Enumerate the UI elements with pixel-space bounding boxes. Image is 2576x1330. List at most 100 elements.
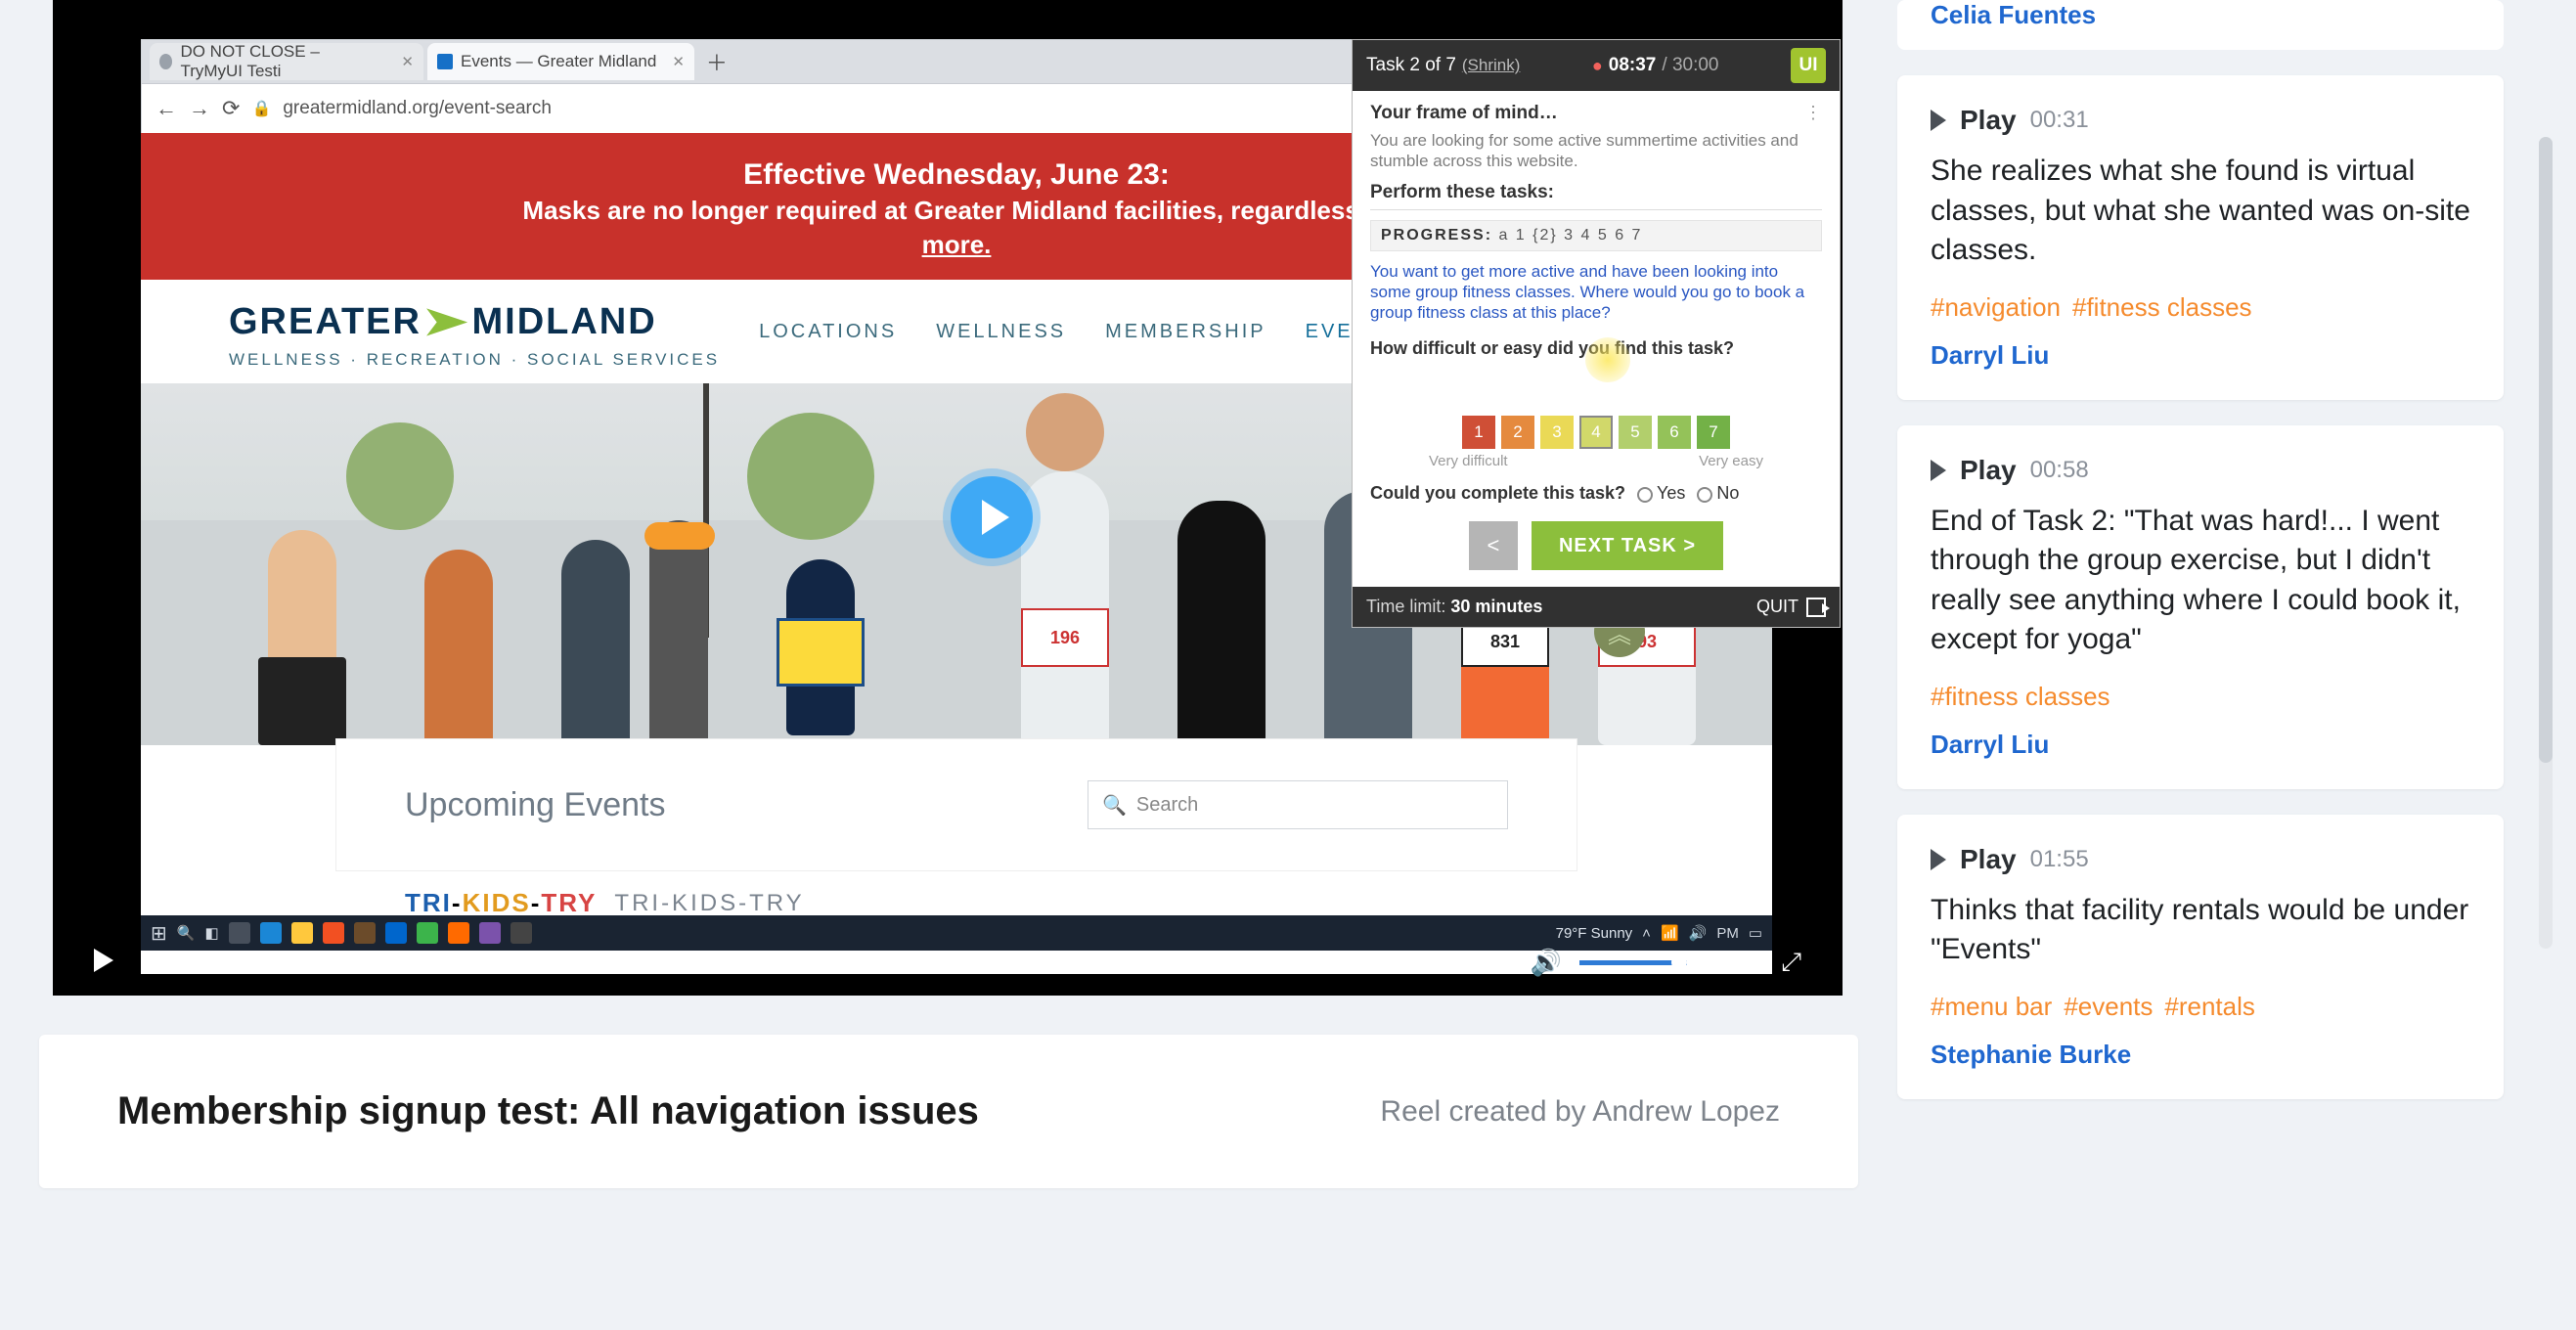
perform-tasks-title: Perform these tasks: (1370, 182, 1822, 203)
events-title: Upcoming Events (405, 786, 665, 824)
fullscreen-icon[interactable]: ⤢ (1781, 947, 1801, 978)
taskbar-app-icon[interactable] (323, 922, 344, 944)
reel-title: Membership signup test: All navigation i… (117, 1089, 979, 1133)
annotation-author[interactable]: Darryl Liu (1931, 340, 2470, 371)
video-controls: 00:00 🔊 ⚙ ⧉ ⤢ (94, 943, 1801, 982)
taskbar-app-icon[interactable] (511, 922, 532, 944)
taskbar-app-icon[interactable] (448, 922, 469, 944)
back-icon[interactable]: ← (155, 96, 177, 121)
annotation-author[interactable]: Stephanie Burke (1931, 1040, 2470, 1070)
tag-link[interactable]: #rentals (2164, 992, 2255, 1022)
event-name: TRI-KIDS-TRY (614, 890, 804, 917)
play-icon[interactable] (1931, 849, 1946, 870)
scale-5[interactable]: 5 (1619, 416, 1652, 449)
annotation-card-partial: Celia Fuentes (1897, 0, 2504, 50)
annotation-author[interactable]: Celia Fuentes (1931, 0, 2470, 30)
chevron-up-icon[interactable]: ˄ (1642, 925, 1651, 942)
taskbar-app-icon[interactable] (260, 922, 282, 944)
taskbar-app-icon[interactable] (417, 922, 438, 944)
reload-icon[interactable]: ⟳ (222, 96, 240, 121)
seek-bar[interactable] (141, 959, 1420, 965)
scale-7[interactable]: 7 (1697, 416, 1730, 449)
shrink-link[interactable]: (Shrink) (1462, 56, 1521, 75)
play-label[interactable]: Play (1960, 455, 2017, 486)
tag-link[interactable]: #fitness classes (2072, 292, 2252, 323)
start-icon[interactable]: ⊞ (151, 921, 167, 946)
scale-1[interactable]: 1 (1462, 416, 1495, 449)
clock[interactable]: PM (1716, 925, 1739, 942)
task-panel-header: Task 2 of 7 (Shrink) ● 08:37 / 30:00 UI (1353, 40, 1840, 91)
annotation-card: Play 01:55 Thinks that facility rentals … (1897, 815, 2504, 1099)
volume-slider[interactable] (1579, 960, 1687, 965)
arrow-icon: ➤ (422, 299, 471, 344)
tag-link[interactable]: #menu bar (1931, 992, 2052, 1022)
scale-6[interactable]: 6 (1658, 416, 1691, 449)
back-button[interactable]: < (1469, 521, 1518, 570)
task-panel: Task 2 of 7 (Shrink) ● 08:37 / 30:00 UI … (1352, 39, 1841, 628)
time-limit: Time limit: 30 minutes (1366, 597, 1542, 617)
likert-scale: 1 2 3 4 5 6 7 (1370, 416, 1822, 449)
volume-icon[interactable]: 🔊 (1689, 924, 1708, 942)
play-label[interactable]: Play (1960, 105, 2017, 136)
task-box: PROGRESS: a 1 {2} 3 4 5 6 7 You want to … (1370, 209, 1822, 571)
search-icon[interactable]: 🔍 (177, 924, 196, 942)
favicon-icon (437, 54, 453, 69)
weather-widget[interactable]: 79°F Sunny (1556, 925, 1633, 942)
scale-2[interactable]: 2 (1501, 416, 1534, 449)
close-icon[interactable]: ✕ (672, 53, 685, 70)
tag-link[interactable]: #fitness classes (1931, 682, 2110, 712)
next-task-button[interactable]: NEXT TASK > (1532, 521, 1723, 570)
pip-icon[interactable]: ⧉ (1746, 947, 1764, 978)
play-overlay-button[interactable] (951, 476, 1033, 558)
wifi-icon[interactable]: 📶 (1661, 924, 1679, 942)
tag-link[interactable]: #events (2064, 992, 2153, 1022)
top-nav: LOCATIONS WELLNESS MEMBERSHIP EVENTS (759, 299, 1401, 343)
event-logo: TRI-KIDS-TRY (405, 888, 597, 918)
volume-icon[interactable]: 🔊 (1531, 948, 1562, 978)
tab-title: DO NOT CLOSE – TryMyUI Testi (180, 42, 385, 81)
scale-labels: Very difficultVery easy (1429, 453, 1763, 469)
browser-tab-1[interactable]: DO NOT CLOSE – TryMyUI Testi ✕ (150, 43, 423, 80)
radio-yes[interactable]: Yes (1637, 483, 1685, 504)
play-button[interactable] (94, 949, 113, 977)
frame-of-mind-title: Your frame of mind… (1370, 103, 1558, 124)
task-view-icon[interactable]: ◧ (204, 924, 218, 942)
taskbar-app-icon[interactable] (291, 922, 313, 944)
kebab-icon[interactable]: ⋮ (1804, 103, 1822, 123)
events-header: Upcoming Events 🔍 Search (336, 739, 1577, 870)
scrollbar-thumb[interactable] (2539, 137, 2553, 763)
taskbar-app-icon[interactable] (229, 922, 250, 944)
nav-locations[interactable]: LOCATIONS (759, 321, 897, 343)
quit-button[interactable]: QUIT (1756, 597, 1826, 617)
browser-tab-2[interactable]: Events — Greater Midland ✕ (427, 43, 694, 80)
add-tab-button[interactable]: ＋ (706, 46, 728, 77)
tag-link[interactable]: #navigation (1931, 292, 2061, 323)
taskbar-app-icon[interactable] (385, 922, 407, 944)
nav-membership[interactable]: MEMBERSHIP (1105, 321, 1266, 343)
favicon-icon (159, 54, 172, 69)
forward-icon[interactable]: → (189, 96, 210, 121)
annotation-author[interactable]: Darryl Liu (1931, 730, 2470, 760)
timestamp: 00:58 (2030, 457, 2089, 484)
radio-no[interactable]: No (1697, 483, 1739, 504)
close-icon[interactable]: ✕ (401, 53, 414, 70)
scrollbar[interactable] (2539, 137, 2553, 949)
play-label[interactable]: Play (1960, 844, 2017, 875)
brand-logo[interactable]: GREATER➤MIDLAND WELLNESS · RECREATION · … (229, 299, 720, 370)
notification-icon[interactable]: ▭ (1749, 924, 1762, 942)
task-counter: Task 2 of 7 (1366, 55, 1456, 76)
annotation-tags: #fitness classes (1931, 682, 2470, 712)
record-icon: ● (1592, 56, 1603, 76)
search-input[interactable]: 🔍 Search (1088, 780, 1508, 829)
play-icon[interactable] (1931, 460, 1946, 481)
seek-handle[interactable] (141, 953, 158, 971)
settings-icon[interactable]: ⚙ (1705, 948, 1727, 978)
taskbar-app-icon[interactable] (354, 922, 376, 944)
play-icon[interactable] (1931, 110, 1946, 131)
nav-wellness[interactable]: WELLNESS (936, 321, 1066, 343)
taskbar-app-icon[interactable] (479, 922, 501, 944)
scale-4[interactable]: 4 (1579, 416, 1613, 449)
scale-3[interactable]: 3 (1540, 416, 1574, 449)
url-text[interactable]: greatermidland.org/event-search (283, 98, 552, 119)
timestamp: 01:55 (2030, 846, 2089, 873)
